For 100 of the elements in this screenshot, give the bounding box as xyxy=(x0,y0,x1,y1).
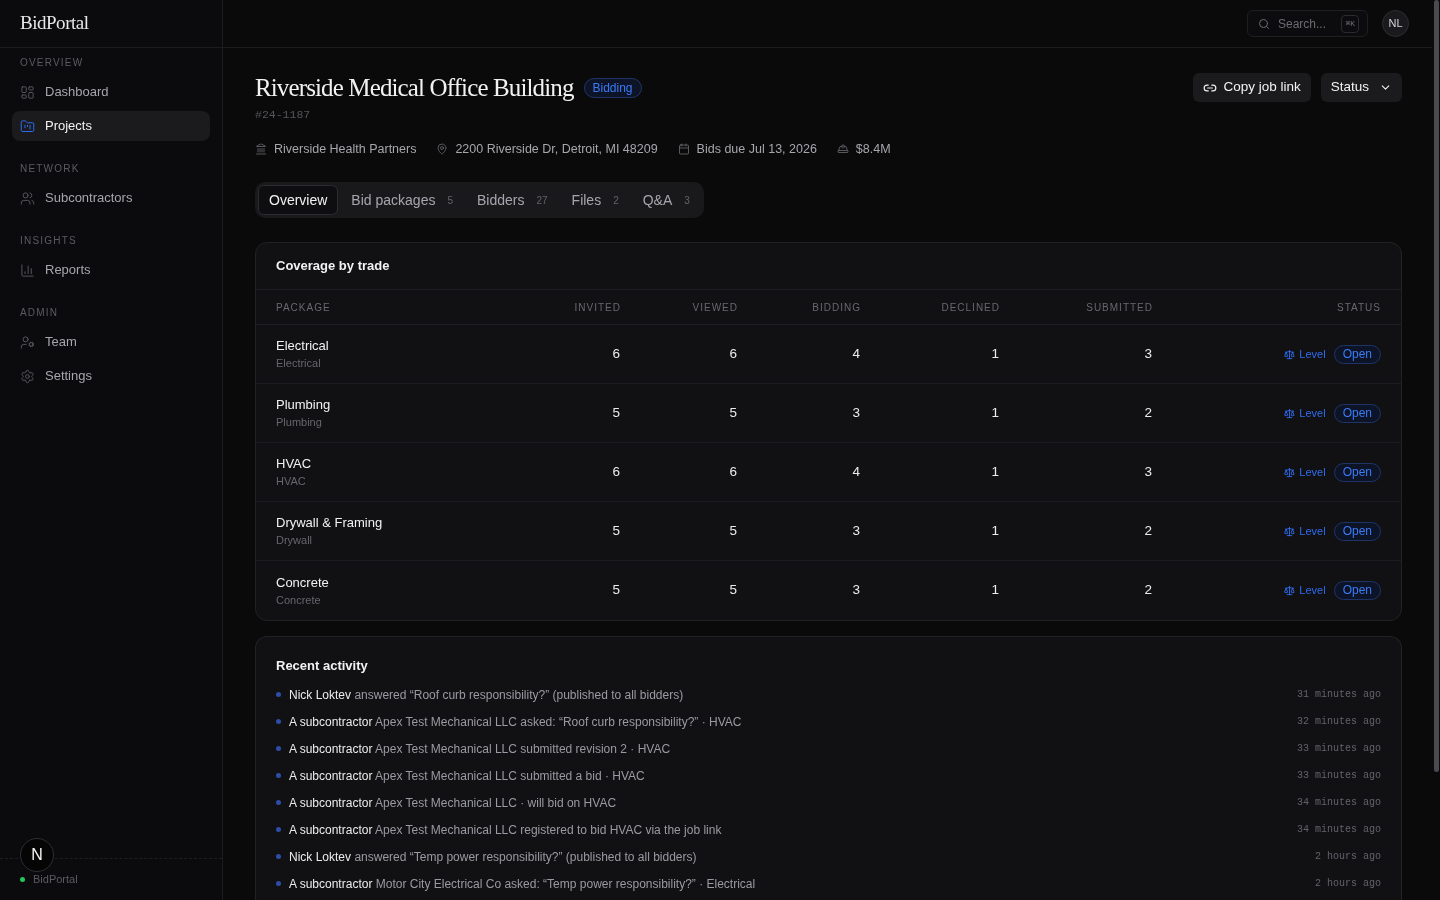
section-label: NETWORK xyxy=(19,162,81,176)
level-link[interactable]: Level xyxy=(1284,345,1326,363)
map-pin-icon xyxy=(436,143,449,155)
project-meta: 2200 Riverside Dr, Detroit, MI 48209 xyxy=(455,140,658,158)
status-tag: Bidding xyxy=(583,78,642,98)
activity-time: 33 minutes ago xyxy=(1297,769,1381,783)
activity-text: A subcontractor Apex Test Mechanical LLC asked: “Roof curb responsibility?” · HVAC xyxy=(289,713,742,731)
activity-time: 2 hours ago xyxy=(1315,850,1381,864)
package-name: Drywall & Framing xyxy=(276,514,383,532)
table-cell-text: 5 xyxy=(611,521,621,540)
tab[interactable]: Overview xyxy=(258,185,339,215)
sidebar-item[interactable]: Reports xyxy=(12,255,210,285)
building-icon xyxy=(255,143,267,155)
package-name: Concrete xyxy=(276,573,329,592)
level-link[interactable]: Level xyxy=(1284,522,1326,540)
table-cell-text: 5 xyxy=(611,403,621,422)
table-cell-text: 1 xyxy=(990,521,1000,540)
activity-time: 33 minutes ago xyxy=(1297,742,1381,756)
column-header: VIEWED xyxy=(691,300,738,315)
section-label: OVERVIEW xyxy=(19,56,85,70)
dashboard-icon xyxy=(20,84,35,100)
status-tag: Open xyxy=(1333,403,1381,423)
table-cell-text: 2 xyxy=(1143,521,1153,540)
copy-link-button[interactable]: Copy job link xyxy=(1193,73,1311,102)
activity-text: A subcontractor Apex Test Mechanical LLC submitted a bid · HVAC xyxy=(289,767,645,785)
bar-chart-icon xyxy=(20,262,35,278)
project-number: #24-1187 xyxy=(255,107,311,123)
level-link[interactable]: Level xyxy=(1284,404,1326,422)
table-cell-text: 5 xyxy=(728,403,738,422)
hard-hat-icon xyxy=(836,143,849,155)
activity-time: 32 minutes ago xyxy=(1297,715,1381,729)
table-cell-text: 6 xyxy=(728,462,738,481)
sidebar-item[interactable]: Projects xyxy=(12,111,210,141)
tab[interactable]: Files 2 xyxy=(560,185,630,215)
table-cell-text: 3 xyxy=(1143,462,1153,481)
tab[interactable]: Q&A 3 xyxy=(631,185,701,215)
package-name: Plumbing xyxy=(276,396,331,414)
table-cell-text: 5 xyxy=(728,521,738,540)
column-header: SUBMITTED xyxy=(1085,300,1153,315)
trade-label: Drywall xyxy=(276,533,313,548)
scale-icon xyxy=(1284,407,1296,419)
table-cell-text: 4 xyxy=(851,462,861,481)
user-avatar[interactable]: NL xyxy=(1382,10,1409,37)
folder-icon xyxy=(20,118,35,134)
activity-text: Nick Loktev answered “Roof curb responsibility?” (published to all bidders) xyxy=(289,686,684,704)
sidebar-item[interactable]: Subcontractors xyxy=(12,183,210,213)
section-label: INSIGHTS xyxy=(19,234,78,248)
sidebar-item[interactable]: Settings xyxy=(12,361,210,391)
sidebar-item[interactable]: Dashboard xyxy=(12,77,210,107)
activity-text: A subcontractor Motor City Electrical Co asked: “Temp power responsibility?” · Electrical xyxy=(289,875,756,893)
scale-icon xyxy=(1284,525,1296,537)
table-cell-text: 3 xyxy=(851,403,861,422)
level-link[interactable]: Level xyxy=(1284,463,1326,481)
user-gear-icon xyxy=(20,334,35,350)
status-tag: Open xyxy=(1333,521,1381,541)
sidebar-item[interactable]: Team xyxy=(12,327,210,357)
activity-text: A subcontractor Apex Test Mechanical LLC · will bid on HVAC xyxy=(289,794,617,812)
status-tag: Open xyxy=(1333,581,1381,600)
level-link[interactable]: Level xyxy=(1284,582,1326,599)
table-cell-text: 6 xyxy=(728,344,738,363)
trade-label: Concrete xyxy=(276,592,321,608)
column-header: INVITED xyxy=(573,300,621,315)
activity-time: 2 hours ago xyxy=(1315,877,1381,891)
scrollbar-thumb[interactable] xyxy=(1433,0,1439,772)
card-title: Recent activity xyxy=(276,657,369,675)
section-label: ADMIN xyxy=(19,306,60,320)
table-cell-text: 6 xyxy=(611,462,621,481)
activity-text: A subcontractor Apex Test Mechanical LLC submitted revision 2 · HVAC xyxy=(289,740,671,758)
search-icon xyxy=(1258,17,1270,30)
table-cell-text: 3 xyxy=(851,581,861,600)
tab[interactable]: Bidders 27 xyxy=(466,185,559,215)
app-logo[interactable]: BidPortal xyxy=(20,9,89,38)
column-header: BIDDING xyxy=(811,300,861,315)
tab[interactable]: Bid packages 5 xyxy=(340,185,464,215)
shortcut-key: ⌘K xyxy=(1341,15,1359,33)
project-title: Riverside Medical Office Building xyxy=(255,73,574,103)
table-cell-text: 6 xyxy=(611,344,621,363)
scale-icon xyxy=(1284,585,1296,596)
project-meta: $8.4M xyxy=(855,140,891,158)
status-tag: Open xyxy=(1333,344,1381,364)
column-header: PACKAGE xyxy=(276,300,332,315)
activity-time: 31 minutes ago xyxy=(1297,688,1381,702)
footer-label: BidPortal xyxy=(33,872,78,888)
scale-icon xyxy=(1284,348,1296,360)
table-cell-text: 1 xyxy=(990,462,1000,481)
table-cell-text: 3 xyxy=(1143,344,1153,363)
table-cell-text: 2 xyxy=(1143,581,1153,600)
activity-time: 34 minutes ago xyxy=(1297,796,1381,810)
table-cell-text: 5 xyxy=(611,581,621,600)
trade-label: Plumbing xyxy=(276,415,322,430)
table-cell-text: 5 xyxy=(728,581,738,600)
settings-icon xyxy=(20,368,35,384)
project-meta: Bids due Jul 13, 2026 xyxy=(696,140,817,158)
calendar-icon xyxy=(677,143,690,155)
status-dropdown[interactable]: Status xyxy=(1320,73,1402,102)
status-tag: Open xyxy=(1333,462,1381,482)
trade-label: Electrical xyxy=(276,356,321,371)
table-cell-text: 4 xyxy=(851,344,861,363)
project-meta: Riverside Health Partners xyxy=(274,140,417,158)
activity-text: Nick Loktev answered “Temp power responsibility?” (published to all bidders) xyxy=(289,848,697,866)
